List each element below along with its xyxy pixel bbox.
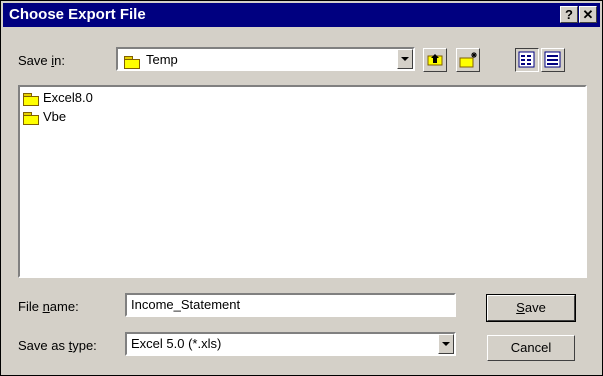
save-in-value: Temp bbox=[146, 52, 178, 67]
list-item[interactable]: Vbe bbox=[23, 108, 66, 126]
up-one-level-button[interactable] bbox=[423, 48, 447, 72]
title-bar[interactable]: Choose Export File ? ✕ bbox=[3, 3, 600, 27]
file-list[interactable]: Excel8.0 Vbe bbox=[18, 85, 587, 278]
file-name-value: Income_Statement bbox=[131, 297, 241, 312]
folder-icon bbox=[23, 111, 39, 125]
save-as-type-select[interactable]: Excel 5.0 (*.xls) bbox=[125, 332, 456, 356]
cancel-button[interactable]: Cancel bbox=[487, 335, 575, 361]
list-view-button[interactable] bbox=[515, 48, 539, 72]
details-view-icon bbox=[544, 51, 561, 68]
file-name-input[interactable]: Income_Statement bbox=[125, 293, 456, 317]
save-as-type-value: Excel 5.0 (*.xls) bbox=[131, 336, 222, 351]
list-item[interactable]: Excel8.0 bbox=[23, 89, 93, 107]
save-as-type-label: Save as type: bbox=[18, 338, 97, 353]
chevron-down-icon[interactable] bbox=[397, 49, 413, 69]
choose-export-file-dialog: Choose Export File ? ✕ Save in: Temp Exc… bbox=[0, 0, 603, 376]
chevron-down-icon[interactable] bbox=[438, 334, 454, 354]
list-view-icon bbox=[518, 51, 535, 68]
window-title: Choose Export File bbox=[9, 6, 146, 23]
save-in-label: Save in: bbox=[18, 53, 65, 68]
create-new-folder-button[interactable] bbox=[456, 48, 480, 72]
open-folder-icon bbox=[124, 53, 140, 69]
file-name-label: File name: bbox=[18, 299, 79, 314]
new-folder-icon bbox=[459, 52, 477, 68]
save-in-combobox[interactable]: Temp bbox=[116, 47, 415, 71]
folder-icon bbox=[23, 92, 39, 106]
up-folder-icon bbox=[427, 54, 443, 66]
save-button[interactable]: Save bbox=[486, 294, 576, 322]
help-button[interactable]: ? bbox=[560, 6, 578, 23]
details-view-button[interactable] bbox=[541, 48, 565, 72]
close-button[interactable]: ✕ bbox=[579, 6, 597, 23]
